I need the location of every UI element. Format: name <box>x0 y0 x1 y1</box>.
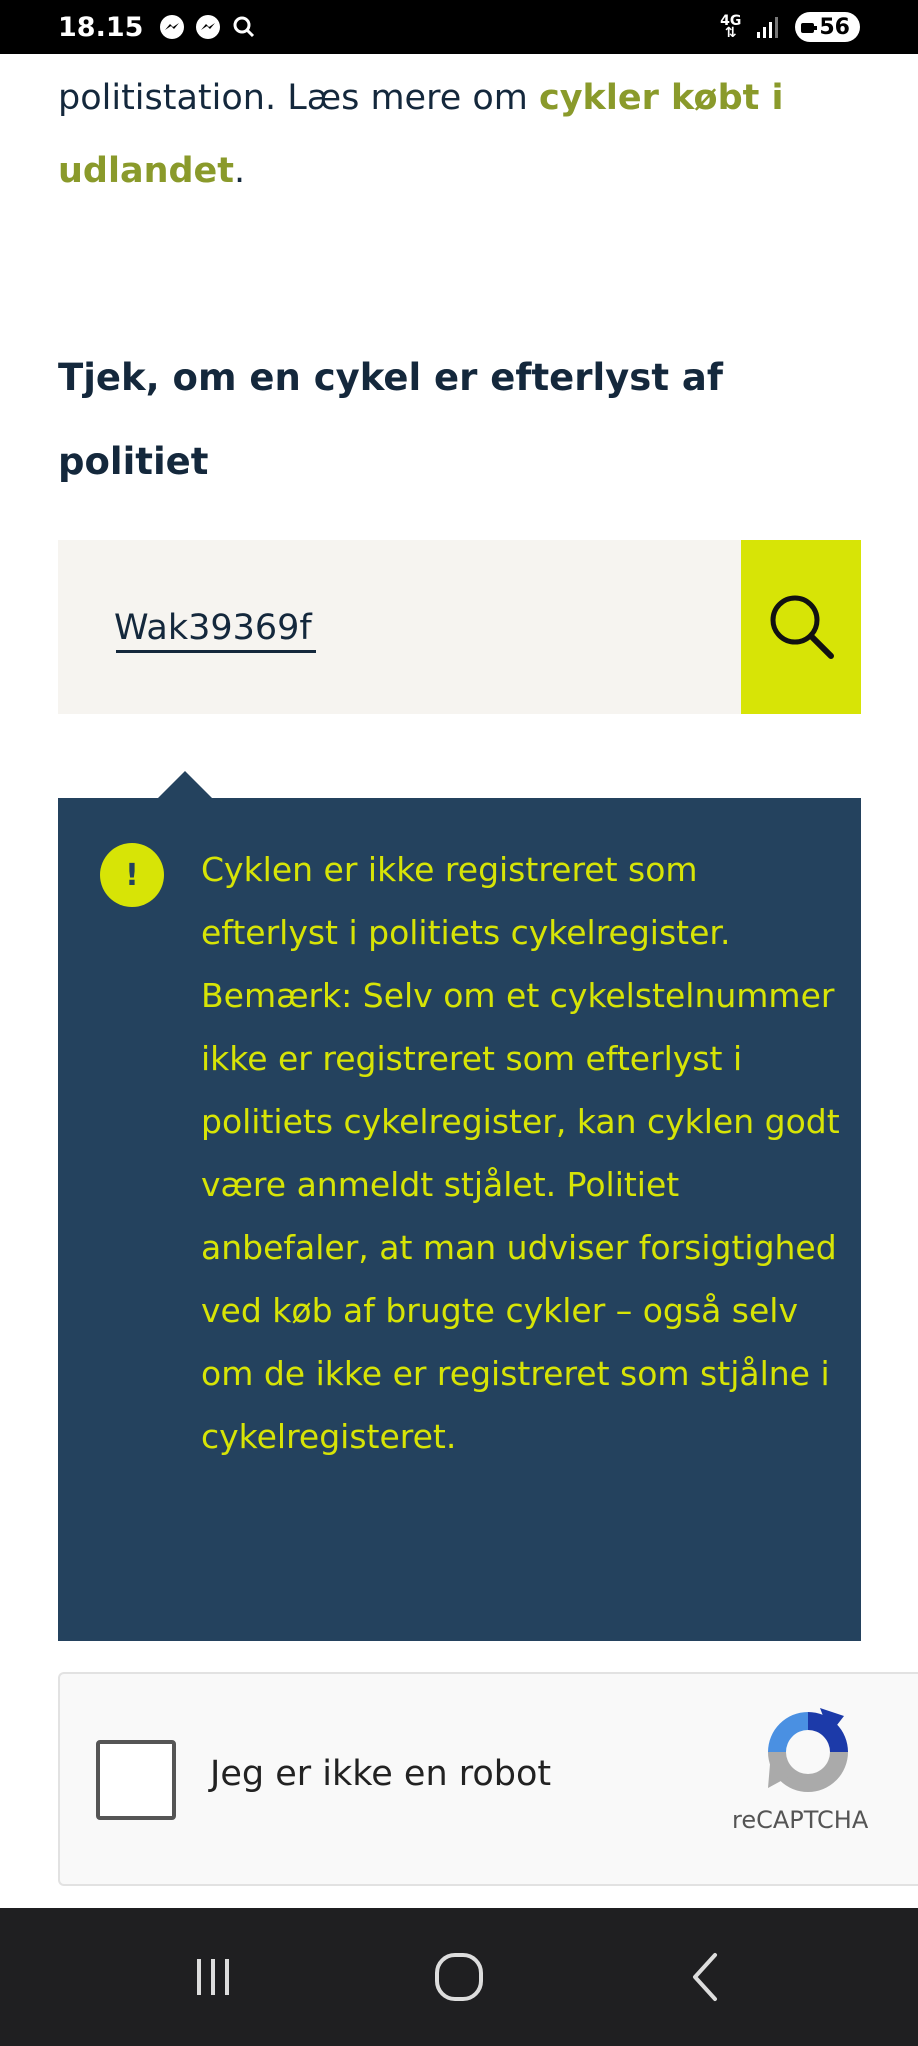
back-icon <box>693 1953 717 2001</box>
result-callout: ! Cyklen er ikke registreret som efterly… <box>58 798 861 1641</box>
recaptcha-logo-icon <box>768 1708 848 1792</box>
intro-paragraph: politistation. Læs mere om cykler købt i… <box>58 78 784 191</box>
navigation-bar <box>0 1908 918 2046</box>
recaptcha-widget: Jeg er ikke en robot reCAPTCHA <box>58 1672 918 1886</box>
recaptcha-label: Jeg er ikke en robot <box>210 1754 552 1794</box>
recents-button[interactable] <box>153 1932 273 2022</box>
battery-level: 56 <box>819 14 850 40</box>
back-button[interactable] <box>645 1932 765 2022</box>
recaptcha-brand: reCAPTCHA <box>732 1806 869 1834</box>
warning-icon: ! <box>100 843 164 907</box>
network-type: 4G ⇅ <box>720 13 742 41</box>
home-icon <box>435 1953 483 2001</box>
battery-icon <box>801 15 818 40</box>
result-message: Cyklen er ikke registreret som efterlyst… <box>201 850 840 1456</box>
messenger-icon <box>157 12 187 42</box>
status-bar: 18.15 4G ⇅ 56 <box>0 0 918 54</box>
messenger-icon <box>193 12 223 42</box>
battery-indicator: 56 <box>795 12 860 42</box>
search-icon <box>229 12 259 42</box>
notification-icons <box>157 12 259 42</box>
status-time: 18.15 <box>58 11 144 43</box>
recents-icon <box>197 1959 229 1995</box>
search-button[interactable] <box>741 540 861 714</box>
search-icon <box>761 586 841 669</box>
home-button[interactable] <box>399 1932 519 2022</box>
callout-pointer <box>158 771 212 798</box>
frame-number-input[interactable] <box>114 598 734 658</box>
input-underline <box>116 650 316 653</box>
recaptcha-checkbox[interactable] <box>96 1740 176 1820</box>
signal-icon <box>753 12 783 42</box>
search-box <box>58 540 861 714</box>
section-heading: Tjek, om en cykel er efterlyst af politi… <box>58 356 723 483</box>
